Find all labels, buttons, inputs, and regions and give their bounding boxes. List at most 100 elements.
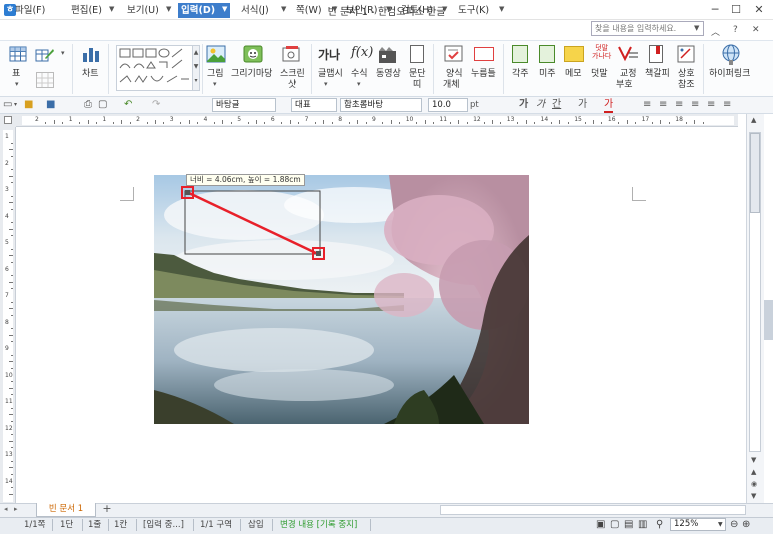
- zoom-in-icon[interactable]: ⊕: [742, 519, 750, 530]
- hyperlink-label[interactable]: 하이퍼링크: [709, 69, 750, 79]
- chart-icon[interactable]: [81, 45, 101, 63]
- cross-reference-label-2[interactable]: 참조: [678, 80, 695, 90]
- endnote-label[interactable]: 미주: [539, 69, 556, 79]
- menu-view[interactable]: 보기(U): [124, 3, 162, 18]
- ribbon-close-button[interactable]: ✕: [752, 25, 760, 35]
- redo-icon[interactable]: ↷: [152, 99, 160, 111]
- close-button[interactable]: ✕: [750, 2, 768, 18]
- maximize-button[interactable]: ☐: [727, 2, 745, 18]
- table-label[interactable]: 표: [12, 69, 20, 79]
- view-page-icon[interactable]: ▢: [610, 519, 619, 530]
- picture-icon[interactable]: [206, 45, 226, 63]
- next-page-icon[interactable]: ▼: [751, 492, 756, 500]
- view-outline-icon[interactable]: ▤: [624, 519, 633, 530]
- glyph-icon[interactable]: 가나: [318, 46, 340, 63]
- align-left-icon[interactable]: ≡: [659, 99, 667, 111]
- bookmark-icon[interactable]: [649, 45, 663, 63]
- menu-security[interactable]: 보안(R): [343, 3, 381, 18]
- hyperlink-icon[interactable]: [720, 44, 742, 66]
- formula-chevron-icon[interactable]: ▾: [357, 80, 361, 88]
- align-right-icon[interactable]: ≡: [691, 99, 699, 111]
- open-folder-icon[interactable]: ■: [24, 99, 33, 111]
- menu-insert-chevron-icon[interactable]: ▼: [222, 5, 227, 13]
- save-icon[interactable]: ■: [46, 99, 55, 111]
- video-label[interactable]: 동영상: [376, 69, 401, 79]
- footnote-icon[interactable]: [512, 45, 528, 63]
- form-object-label[interactable]: 양식: [446, 69, 463, 79]
- menu-view-chevron-icon[interactable]: ▼: [166, 5, 171, 13]
- menu-page-chevron-icon[interactable]: ▼: [332, 5, 337, 13]
- edit-table-chevron-icon[interactable]: ▾: [61, 49, 65, 57]
- memo-label[interactable]: 메모: [565, 69, 582, 79]
- form-object-label-2[interactable]: 개체: [443, 80, 460, 90]
- glyph-chevron-icon[interactable]: ▾: [324, 80, 328, 88]
- align-justify-icon[interactable]: ≡: [643, 99, 651, 111]
- menu-edit[interactable]: 편집(E): [68, 3, 105, 18]
- glyph-label[interactable]: 글맵시: [318, 69, 343, 79]
- screenshot-icon[interactable]: [282, 45, 302, 63]
- italic-button[interactable]: 가: [536, 99, 545, 111]
- ruler-corner[interactable]: [0, 114, 16, 127]
- bold-button[interactable]: 가: [519, 99, 528, 111]
- print-icon[interactable]: ⎙: [84, 99, 92, 111]
- paragraph-band-icon[interactable]: [410, 45, 424, 63]
- picture-label[interactable]: 그림: [207, 69, 224, 79]
- font-color-button[interactable]: 가: [604, 99, 614, 113]
- picture-chevron-icon[interactable]: ▾: [213, 80, 217, 88]
- undo-icon[interactable]: ↶: [124, 99, 132, 111]
- font-size-unit[interactable]: pt: [470, 99, 479, 111]
- font-size-input[interactable]: 10.0: [428, 98, 468, 112]
- status-track-changes[interactable]: 변경 내용 [기록 중지]: [280, 519, 357, 531]
- ribbon-collapse-button[interactable]: ︿: [711, 25, 720, 38]
- table-chevron-icon[interactable]: ▾: [15, 80, 19, 88]
- cross-reference-label[interactable]: 상호: [678, 69, 695, 79]
- menu-page[interactable]: 쪽(W): [293, 3, 325, 18]
- prev-page-icon[interactable]: ▲: [751, 468, 756, 476]
- menu-edit-chevron-icon[interactable]: ▼: [109, 5, 114, 13]
- input-field-icon[interactable]: [474, 47, 494, 61]
- edit-table-icon[interactable]: [35, 46, 55, 62]
- bookmark-label[interactable]: 책갈피: [645, 69, 670, 79]
- proofread-label[interactable]: 교정: [620, 69, 637, 79]
- resize-handle-start[interactable]: [181, 186, 194, 199]
- align-divide-icon[interactable]: ≡: [723, 99, 731, 111]
- tab-scroll-right-icon[interactable]: ▸: [14, 505, 18, 513]
- overlap-text-icon[interactable]: 덧말 가나다: [592, 44, 611, 60]
- screenshot-label-2[interactable]: 샷: [288, 80, 296, 90]
- cross-reference-icon[interactable]: [677, 45, 695, 63]
- preview-icon[interactable]: ▢: [98, 99, 107, 111]
- screenshot-label[interactable]: 스크린: [280, 69, 305, 79]
- proofread-icon[interactable]: [617, 45, 639, 63]
- drawing-market-label[interactable]: 그리기마당: [231, 69, 272, 79]
- menu-security-chevron-icon[interactable]: ▼: [386, 5, 391, 13]
- scroll-up-icon[interactable]: ▲: [751, 116, 756, 124]
- minimize-button[interactable]: ─: [706, 2, 724, 18]
- underline-button[interactable]: 간: [552, 99, 561, 111]
- proofread-label-2[interactable]: 부호: [616, 80, 633, 90]
- paragraph-band-label-2[interactable]: 띠: [413, 80, 421, 90]
- strikethrough-button[interactable]: 가: [578, 99, 587, 111]
- video-icon[interactable]: [378, 46, 398, 64]
- endnote-icon[interactable]: [539, 45, 555, 63]
- document-tab[interactable]: 빈 문서 1: [36, 503, 96, 517]
- menu-review-chevron-icon[interactable]: ▼: [442, 5, 447, 13]
- drawing-market-icon[interactable]: [243, 45, 263, 63]
- side-panel-tab[interactable]: [764, 300, 773, 340]
- font-select[interactable]: 함초롬바탕: [340, 98, 422, 112]
- scroll-down-icon[interactable]: ▼: [751, 456, 756, 464]
- inserted-picture[interactable]: [154, 175, 529, 424]
- resize-handle-end[interactable]: [312, 247, 325, 260]
- menu-tools-chevron-icon[interactable]: ▼: [499, 5, 504, 13]
- zoom-out-icon[interactable]: ⊖: [730, 519, 738, 530]
- form-object-icon[interactable]: [444, 45, 464, 63]
- search-chevron-icon[interactable]: ▼: [694, 24, 699, 32]
- add-tab-button[interactable]: +: [100, 503, 114, 517]
- align-center-icon[interactable]: ≡: [675, 99, 683, 111]
- page-select-icon[interactable]: ◉: [751, 480, 757, 488]
- style-select[interactable]: 바탕글: [212, 98, 276, 112]
- new-doc-chevron-icon[interactable]: ▾: [14, 99, 17, 111]
- overlap-text-label[interactable]: 덧말: [591, 69, 608, 79]
- menu-file[interactable]: 파일(F): [12, 3, 48, 18]
- zoom-chevron-icon[interactable]: ▼: [718, 519, 723, 531]
- shapes-scroll-icon[interactable]: ▲ ▼ ▾: [192, 46, 199, 90]
